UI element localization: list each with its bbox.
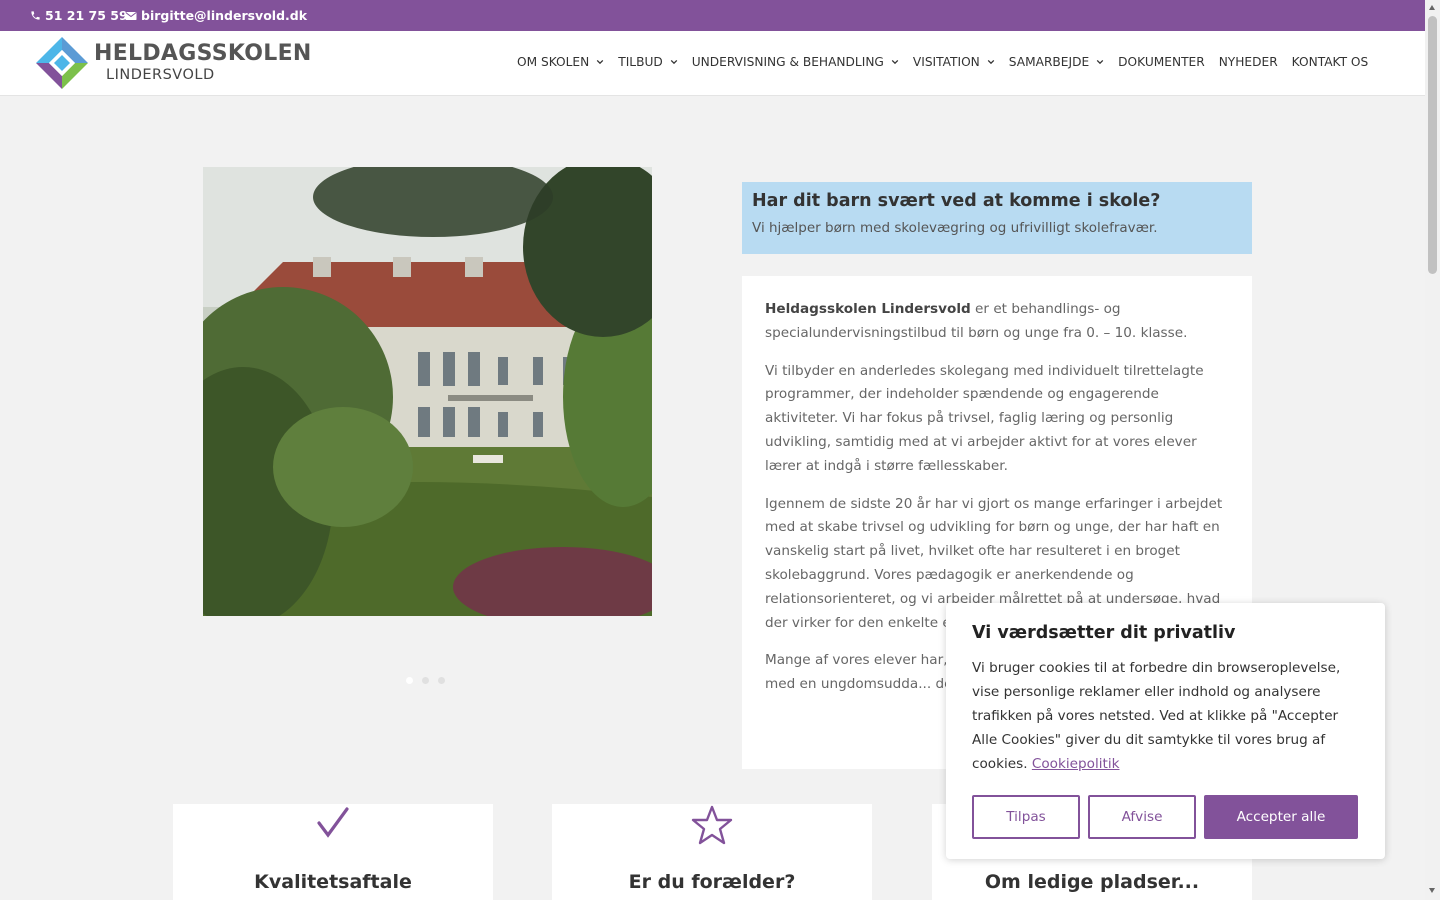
nav-label[interactable]: UNDERVISNING & BEHANDLING — [692, 55, 884, 69]
phone-icon — [31, 11, 40, 20]
intro-paragraph-2: Vi tilbyder en anderledes skolegang med … — [765, 362, 1204, 474]
diamond-logo-icon — [36, 37, 88, 89]
chevron-down-icon — [987, 59, 995, 65]
cookie-policy-link[interactable]: Cookiepolitik — [1032, 756, 1120, 772]
nav-item-om-skolen[interactable]: OM SKOLEN — [517, 55, 604, 69]
banner-title: Har dit barn svært ved at komme i skole? — [752, 191, 1161, 211]
slider-dots — [406, 677, 445, 684]
phone-link[interactable]: 51 21 75 59 — [30, 8, 128, 23]
envelope-icon — [125, 11, 137, 20]
nav-item-dokumenter[interactable]: DOKUMENTER — [1118, 55, 1205, 69]
reject-button[interactable]: Afvise — [1088, 795, 1196, 839]
nav-label[interactable]: TILBUD — [618, 55, 663, 69]
nav-item-kontakt-os[interactable]: KONTAKT OS — [1292, 55, 1369, 69]
nav-label[interactable]: SAMARBEJDE — [1009, 55, 1089, 69]
scrollbar-thumb[interactable] — [1428, 16, 1437, 274]
nav-item-undervisning[interactable]: UNDERVISNING & BEHANDLING — [692, 55, 899, 69]
checkmark-icon — [317, 807, 349, 838]
chevron-down-icon — [891, 59, 899, 65]
hero-slide-image[interactable] — [203, 167, 652, 616]
chevron-down-icon — [670, 59, 678, 65]
star-icon — [691, 805, 733, 845]
cookie-title: Vi værdsætter dit privatliv — [972, 623, 1236, 643]
slider-dot-1[interactable] — [406, 677, 413, 684]
page-scrollbar[interactable] — [1425, 0, 1440, 900]
school-refusal-banner: Har dit barn svært ved at komme i skole?… — [742, 182, 1252, 254]
chevron-down-icon — [596, 59, 604, 65]
nav-item-visitation[interactable]: VISITATION — [913, 55, 995, 69]
top-bar: 51 21 75 59 birgitte@lindersvold.dk — [0, 0, 1425, 31]
chevron-down-icon — [1096, 59, 1104, 65]
cookie-message-text: Vi bruger cookies til at forbedre din br… — [972, 660, 1341, 772]
intro-paragraph-1: Heldagsskolen Lindersvold er et behandli… — [765, 298, 1232, 346]
nav-label[interactable]: VISITATION — [913, 55, 980, 69]
nav-label[interactable]: KONTAKT OS — [1292, 55, 1369, 69]
scroll-up-arrow-icon[interactable] — [1429, 5, 1435, 10]
nav-item-tilbud[interactable]: TILBUD — [618, 55, 678, 69]
site-header: HELDAGSSKOLEN LINDERSVOLD OM SKOLEN TILB… — [0, 31, 1425, 96]
cookie-message: Vi bruger cookies til at forbedre din br… — [972, 656, 1359, 776]
card-title: Er du forælder? — [628, 871, 796, 893]
nav-item-nyheder[interactable]: NYHEDER — [1219, 55, 1278, 69]
logo-subtitle: LINDERSVOLD — [106, 67, 215, 83]
card-title: Om ledige pladser... — [984, 871, 1200, 893]
email-link[interactable]: birgitte@lindersvold.dk — [125, 8, 307, 23]
nav-label[interactable]: DOKUMENTER — [1118, 55, 1205, 69]
customize-button[interactable]: Tilpas — [972, 795, 1080, 839]
card-er-du-foraelder[interactable]: Er du forælder? — [552, 804, 872, 900]
card-title: Kvalitetsaftale — [254, 871, 412, 893]
scroll-down-arrow-icon[interactable] — [1429, 888, 1435, 893]
email-address[interactable]: birgitte@lindersvold.dk — [141, 8, 307, 23]
nav-label[interactable]: OM SKOLEN — [517, 55, 589, 69]
nav-item-samarbejde[interactable]: SAMARBEJDE — [1009, 55, 1104, 69]
site-logo[interactable]: HELDAGSSKOLEN LINDERSVOLD — [34, 35, 312, 91]
banner-subtitle: Vi hjælper børn med skolevægring og ufri… — [752, 220, 1158, 236]
phone-number[interactable]: 51 21 75 59 — [45, 8, 128, 23]
cookie-consent-dialog: Vi værdsætter dit privatliv Vi bruger co… — [946, 603, 1385, 859]
manor-building-photo — [203, 167, 652, 616]
slider-dot-2[interactable] — [422, 677, 429, 684]
card-kvalitetsaftale[interactable]: Kvalitetsaftale — [173, 804, 493, 900]
school-name: Heldagsskolen Lindersvold — [765, 301, 971, 317]
nav-label[interactable]: NYHEDER — [1219, 55, 1278, 69]
main-nav: OM SKOLEN TILBUD UNDERVISNING & BEHANDLI… — [517, 55, 1368, 69]
logo-title: HELDAGSSKOLEN — [94, 41, 312, 66]
accept-all-button[interactable]: Accepter alle — [1204, 795, 1358, 839]
slider-dot-3[interactable] — [438, 677, 445, 684]
